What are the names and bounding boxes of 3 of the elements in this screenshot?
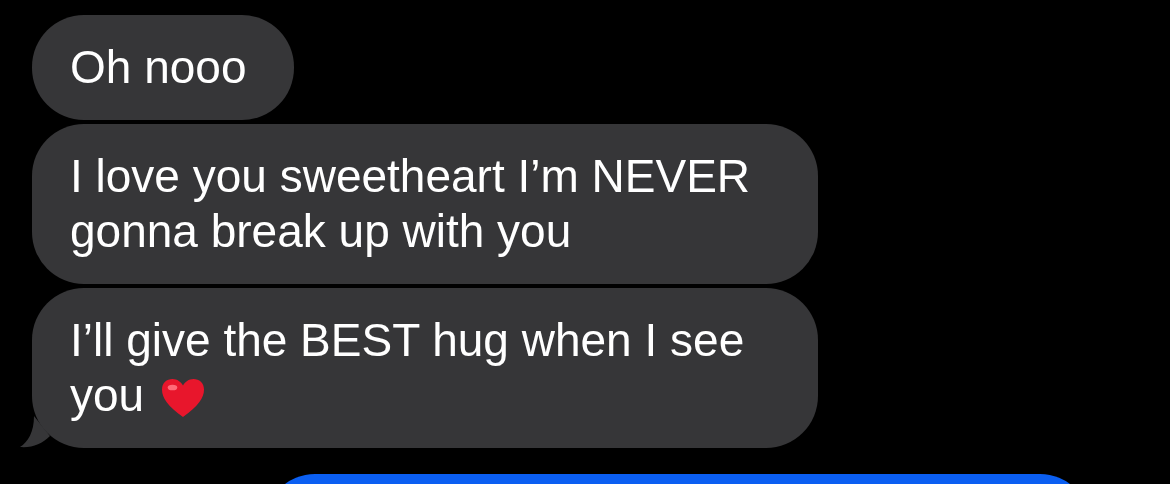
- message-bubble: Oh nooo: [32, 15, 295, 120]
- message-bubble: I’ll give the BEST hug when I see you: [32, 288, 818, 448]
- message-bubble: I love you sweetheart I’m NEVER gonna break up with you: [32, 124, 818, 284]
